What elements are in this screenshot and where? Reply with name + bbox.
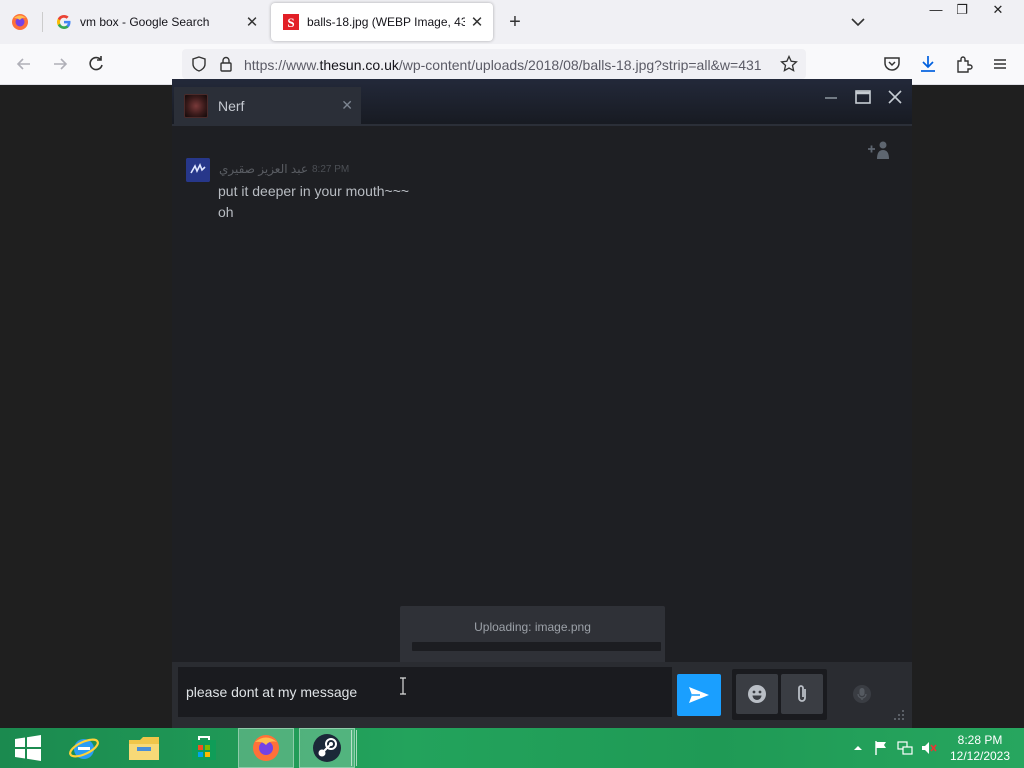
message-input[interactable] — [178, 667, 672, 717]
paperclip-icon — [798, 685, 806, 702]
firefox-icon — [253, 735, 279, 761]
url-path: /wp-content/uploads/2018/08/balls-18.jpg… — [398, 57, 762, 73]
close-tab-icon[interactable]: ✕ — [465, 13, 489, 31]
tab-title: vm box - Google Search — [80, 15, 210, 29]
show-hidden-icons-icon[interactable] — [850, 740, 866, 756]
taskbar-store[interactable] — [176, 728, 232, 768]
close-chat-tab-icon[interactable]: ✕ — [341, 97, 353, 114]
message-line: oh — [218, 204, 234, 220]
extensions-icon[interactable] — [952, 52, 976, 76]
the-sun-s-icon: S — [283, 14, 299, 30]
message-area — [172, 126, 912, 662]
chat-tab-name: Nerf — [218, 97, 245, 114]
lock-icon[interactable] — [218, 55, 234, 73]
downloads-icon[interactable] — [916, 52, 940, 76]
tab-balls-image[interactable]: S balls-18.jpg (WEBP Image, 431 ✕ — [271, 3, 493, 41]
action-center-flag-icon[interactable] — [873, 740, 889, 756]
system-clock[interactable]: 8:28 PM 12/12/2023 — [944, 732, 1016, 764]
chat-tools — [732, 669, 827, 720]
avatar — [184, 93, 208, 118]
sender-name[interactable]: عبد العزيز صقيري — [219, 162, 308, 176]
chat-title-bar: Nerf ✕ — [172, 79, 912, 126]
taskbar-firefox[interactable] — [238, 728, 294, 768]
voice-chat-button[interactable] — [841, 674, 883, 714]
list-all-tabs-icon[interactable] — [846, 12, 870, 32]
taskbar-grip — [351, 730, 357, 766]
volume-muted-icon[interactable] — [921, 740, 937, 756]
start-button[interactable] — [0, 728, 56, 768]
close-tab-icon[interactable]: ✕ — [240, 13, 264, 31]
message-timestamp: 8:27 PM — [312, 164, 350, 175]
browser-tab-strip: vm box - Google Search ✕ S balls-18.jpg … — [0, 0, 1024, 44]
taskbar-steam[interactable] — [299, 728, 355, 768]
internet-explorer-icon — [69, 738, 99, 759]
sender-avatar-image — [186, 158, 210, 182]
google-g-icon — [57, 15, 71, 29]
firefox-menu-icon[interactable] — [10, 12, 30, 32]
clock-date: 12/12/2023 — [949, 749, 1011, 763]
close-window-icon[interactable]: ✕ — [986, 2, 1010, 20]
minimize-icon[interactable]: — — [924, 2, 948, 20]
emoticon-button[interactable] — [736, 674, 778, 714]
reload-icon[interactable] — [84, 52, 108, 76]
network-icon[interactable] — [897, 740, 913, 756]
pocket-icon[interactable] — [880, 52, 904, 76]
file-explorer-icon — [129, 737, 159, 760]
attach-file-button[interactable] — [781, 674, 823, 714]
chat-tab-nerf[interactable]: Nerf ✕ — [174, 87, 361, 124]
tab-google-search[interactable]: vm box - Google Search ✕ — [44, 3, 268, 41]
shield-icon[interactable] — [190, 55, 208, 73]
taskbar-internet-explorer[interactable] — [56, 728, 112, 768]
tab-title: balls-18.jpg (WEBP Image, 431 — [307, 15, 465, 29]
back-arrow-icon[interactable] — [12, 52, 36, 76]
windows-taskbar: 8:28 PM 12/12/2023 — [0, 728, 1024, 768]
bookmark-star-icon[interactable] — [780, 55, 798, 73]
store-icon — [192, 736, 216, 760]
steam-icon — [313, 734, 341, 762]
add-friend-to-chat-icon[interactable] — [866, 139, 892, 163]
url-prefix: https://www. — [244, 57, 320, 73]
message-line: put it deeper in your mouth~~~ — [218, 183, 410, 199]
svg-text:S: S — [287, 15, 294, 30]
send-button[interactable] — [677, 674, 721, 716]
sender-avatar[interactable] — [186, 158, 210, 182]
microphone-icon — [853, 685, 871, 703]
address-bar[interactable]: https://www.thesun.co.uk/wp-content/uplo… — [182, 49, 806, 79]
tab-separator — [42, 12, 43, 32]
smiley-icon — [748, 685, 766, 703]
taskbar-file-explorer[interactable] — [116, 728, 172, 768]
clock-time: 8:28 PM — [957, 733, 1003, 747]
new-tab-button[interactable]: + — [503, 10, 527, 34]
url-domain: thesun.co.uk — [319, 57, 399, 73]
restore-icon[interactable]: ❐ — [950, 2, 974, 20]
upload-progress-bar — [412, 642, 661, 651]
upload-status-text: Uploading: image.png — [474, 620, 591, 634]
resize-grip-icon[interactable] — [891, 708, 905, 722]
close-icon[interactable] — [884, 89, 906, 105]
maximize-icon[interactable] — [852, 89, 874, 105]
upload-progress-popup: Uploading: image.png — [400, 606, 665, 664]
steam-chat-window: Nerf ✕ عبد العزيز صقيري 8:27 PM put it d… — [172, 79, 912, 728]
forward-arrow-icon[interactable] — [48, 52, 72, 76]
minimize-icon[interactable] — [820, 89, 842, 105]
hamburger-menu-icon[interactable] — [988, 52, 1012, 76]
chat-entry-row — [172, 662, 912, 728]
windows-start-icon — [15, 735, 41, 761]
send-arrow-icon — [689, 687, 709, 703]
text-cursor-icon — [400, 677, 406, 695]
url-text[interactable]: https://www.thesun.co.uk/wp-content/uplo… — [244, 57, 762, 73]
